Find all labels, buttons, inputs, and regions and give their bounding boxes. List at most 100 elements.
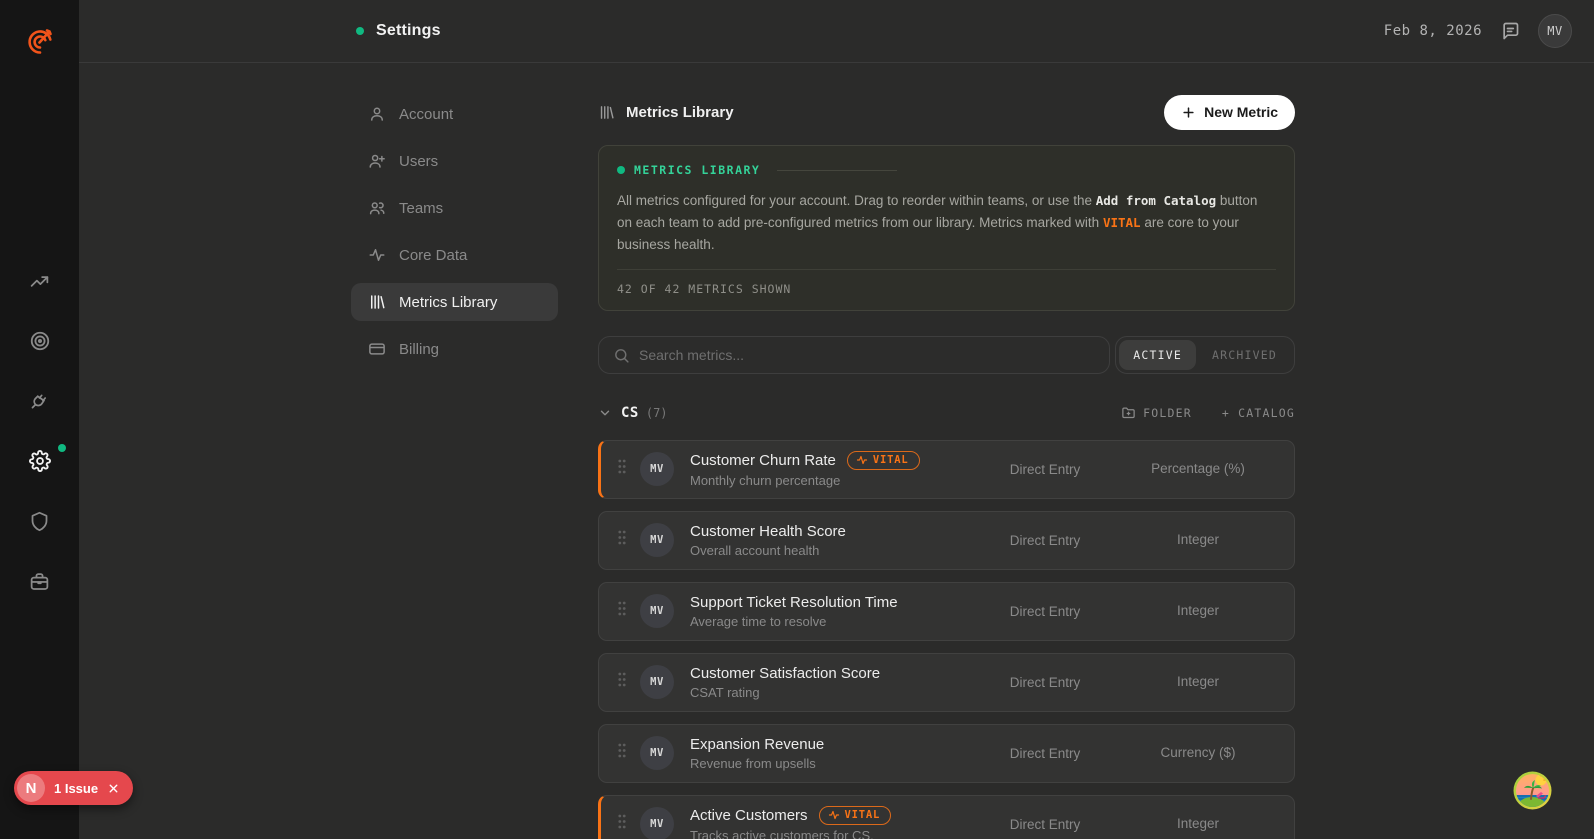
- metric-rows: MV Customer Churn Rate VITAL Monthly chu…: [598, 439, 1295, 839]
- issue-count-label: 1 Issue: [54, 780, 99, 796]
- vital-word: VITAL: [1102, 214, 1141, 230]
- main-header: Metrics Library New Metric: [598, 85, 1295, 139]
- desert-island-icon: [1513, 771, 1552, 810]
- metric-type: Integer: [1176, 815, 1220, 831]
- main-content: Metrics Library New Metric METRICS LIBRA…: [598, 85, 1295, 839]
- island-theme-button[interactable]: [1512, 770, 1553, 811]
- main-title: Metrics Library: [598, 104, 734, 121]
- user-icon: [371, 107, 383, 121]
- trending-up-icon[interactable]: [29, 270, 51, 292]
- metric-type: Integer: [1176, 673, 1220, 689]
- active-archived-toggle: ACTIVE ARCHIVED: [1115, 335, 1295, 374]
- metric-subtitle: CSAT rating: [690, 684, 760, 700]
- add-from-catalog-code: Add from Catalog: [1095, 193, 1217, 208]
- drag-handle-icon[interactable]: [617, 813, 627, 835]
- metric-row-expansion-revenue[interactable]: MV Expansion Revenue Revenue from upsell…: [598, 723, 1295, 783]
- metric-subtitle: Average time to resolve: [690, 613, 827, 629]
- nav-label: Metrics Library: [399, 293, 498, 311]
- library-icon: [371, 295, 385, 309]
- metric-name: Customer Satisfaction Score: [690, 664, 881, 682]
- app-logo[interactable]: [0, 24, 79, 60]
- settings-nav: Account Users Teams Core Data Metrics Li…: [351, 95, 558, 368]
- user-plus-icon: [369, 154, 385, 168]
- team-name[interactable]: CS: [621, 405, 639, 421]
- online-status-dot: [356, 27, 364, 35]
- target-icon[interactable]: [29, 330, 51, 352]
- folder-plus-icon: [1122, 407, 1135, 419]
- metric-owner-avatar: MV: [640, 807, 674, 839]
- metric-name: Expansion Revenue: [690, 735, 825, 753]
- metric-entry-mode: Direct Entry: [1009, 816, 1081, 832]
- nav-label: Account: [399, 105, 454, 123]
- plus-icon: [1183, 106, 1194, 118]
- settings-gear-icon[interactable]: [28, 444, 66, 472]
- main-title-text: Metrics Library: [626, 103, 734, 121]
- drag-handle-icon[interactable]: [617, 600, 627, 622]
- drag-handle-icon[interactable]: [617, 671, 627, 693]
- nav-label: Billing: [399, 340, 440, 358]
- dev-issue-badge[interactable]: N 1 Issue: [14, 771, 134, 805]
- team-metric-count: (7): [645, 405, 668, 420]
- metric-row-customer-churn-rate[interactable]: MV Customer Churn Rate VITAL Monthly chu…: [598, 439, 1295, 499]
- library-icon: [600, 105, 614, 119]
- toggle-active[interactable]: ACTIVE: [1119, 339, 1196, 370]
- nav-item-metrics-library[interactable]: Metrics Library: [351, 283, 558, 321]
- page-title: Settings: [376, 22, 441, 39]
- nav-label: Users: [399, 152, 439, 170]
- filter-row: ACTIVE ARCHIVED: [598, 335, 1295, 374]
- topbar: Settings Feb 8, 2026 MV: [79, 0, 1594, 63]
- metric-subtitle: Monthly churn percentage: [690, 472, 841, 488]
- toggle-archived[interactable]: ARCHIVED: [1198, 340, 1291, 370]
- pulse-icon: [856, 455, 868, 465]
- new-metric-button[interactable]: New Metric: [1164, 94, 1295, 130]
- metric-owner-avatar: MV: [640, 665, 674, 700]
- add-from-catalog-button[interactable]: + CATALOG: [1222, 406, 1295, 420]
- metrics-count: 42 OF 42 METRICS SHOWN: [617, 281, 792, 296]
- feedback-chat-icon[interactable]: [1500, 21, 1520, 41]
- nav-label: Teams: [399, 199, 444, 217]
- metric-name: Support Ticket Resolution Time: [690, 593, 898, 611]
- metric-row-customer-health-score[interactable]: MV Customer Health Score Overall account…: [598, 510, 1295, 570]
- page-status: Settings: [356, 22, 441, 40]
- nav-item-users[interactable]: Users: [351, 142, 558, 180]
- nextjs-logo: N: [17, 774, 45, 802]
- chevron-down-icon[interactable]: [598, 406, 612, 420]
- nav-label: Core Data: [399, 246, 468, 264]
- settings-notification-dot: [57, 444, 66, 452]
- metric-name: Active Customers: [690, 806, 808, 824]
- folder-button[interactable]: FOLDER: [1121, 405, 1192, 420]
- metric-entry-mode: Direct Entry: [1009, 461, 1081, 477]
- shield-icon[interactable]: [29, 510, 51, 532]
- metric-entry-mode: Direct Entry: [1009, 603, 1081, 619]
- new-metric-label: New Metric: [1204, 104, 1278, 120]
- metric-name: Customer Churn Rate: [690, 451, 836, 469]
- info-divider: [617, 268, 1276, 270]
- nav-item-billing[interactable]: Billing: [351, 330, 558, 368]
- current-date: Feb 8, 2026: [1383, 23, 1482, 39]
- metric-owner-avatar: MV: [640, 452, 674, 487]
- user-avatar[interactable]: MV: [1538, 14, 1572, 48]
- close-icon[interactable]: [107, 782, 120, 795]
- nav-item-account[interactable]: Account: [351, 95, 558, 133]
- plug-icon[interactable]: [29, 390, 51, 412]
- app-rail: [0, 0, 79, 839]
- search-metrics-input[interactable]: [599, 336, 1109, 373]
- metric-entry-mode: Direct Entry: [1009, 745, 1081, 761]
- briefcase-icon[interactable]: [29, 570, 51, 592]
- metric-row-support-ticket-resolution-time[interactable]: MV Support Ticket Resolution Time Averag…: [598, 581, 1295, 641]
- drag-handle-icon[interactable]: [617, 742, 627, 764]
- activity-icon: [369, 249, 385, 261]
- search-icon: [615, 348, 629, 363]
- metric-owner-avatar: MV: [640, 523, 674, 558]
- nav-item-teams[interactable]: Teams: [351, 189, 558, 227]
- metric-row-customer-satisfaction-score[interactable]: MV Customer Satisfaction Score CSAT rati…: [598, 652, 1295, 712]
- metric-owner-avatar: MV: [640, 594, 674, 629]
- users-icon: [369, 202, 385, 215]
- nav-item-core-data[interactable]: Core Data: [351, 236, 558, 274]
- drag-handle-icon[interactable]: [617, 458, 627, 480]
- vital-badge: VITAL: [818, 805, 892, 825]
- metric-name: Customer Health Score: [690, 522, 846, 540]
- drag-handle-icon[interactable]: [617, 529, 627, 551]
- metric-row-active-customers[interactable]: MV Active Customers VITAL Tracks active …: [598, 794, 1295, 839]
- target-arrow-logo-icon: [27, 29, 52, 54]
